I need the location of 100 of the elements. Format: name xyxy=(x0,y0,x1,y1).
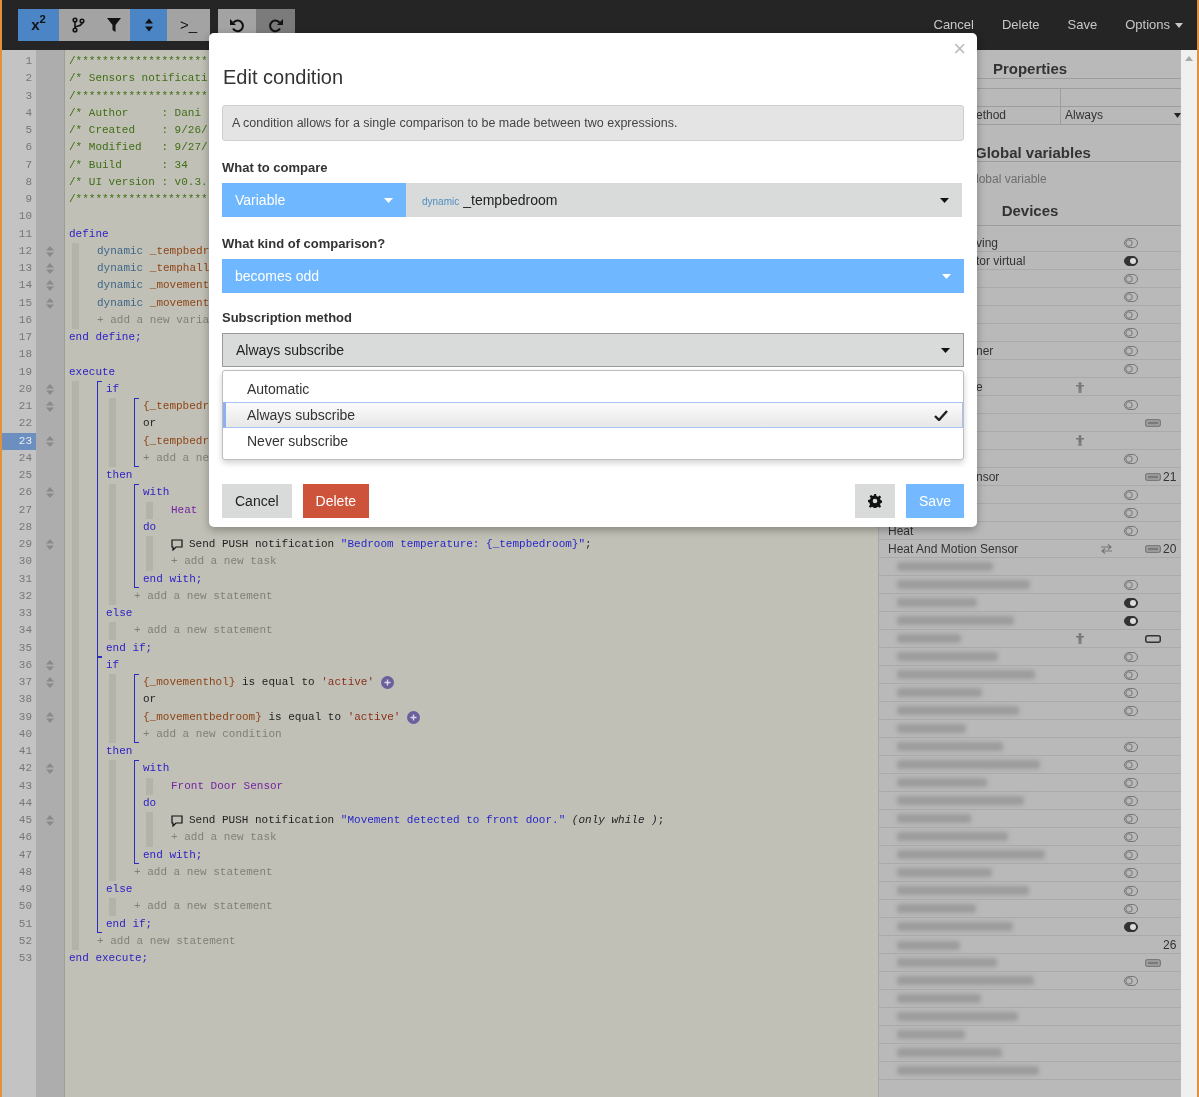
toggle-switch-icon[interactable] xyxy=(1124,291,1138,302)
code-line: + add a new statement xyxy=(134,899,273,915)
dropdown-option[interactable]: Automatic xyxy=(223,376,963,402)
line-number: 46 xyxy=(17,830,33,846)
device-name: tor virtual xyxy=(976,254,1026,268)
info-message: A condition allows for a single comparison to be made between two expressions. xyxy=(222,105,964,141)
toggle-switch-icon[interactable] xyxy=(1124,705,1138,716)
fold-handle-icon[interactable] xyxy=(46,659,54,671)
toggle-switch-icon[interactable] xyxy=(1124,903,1138,914)
toggle-switch-icon[interactable] xyxy=(1124,363,1138,374)
toggle-switch-icon[interactable] xyxy=(1124,975,1138,986)
fold-handle-icon[interactable] xyxy=(46,435,54,447)
subscription-select[interactable]: Always subscribe xyxy=(222,333,964,367)
caret-icon xyxy=(384,197,393,203)
fold-handle-icon[interactable] xyxy=(46,401,54,413)
device-name: ner xyxy=(976,344,994,358)
code-line: /* Sensors notificati xyxy=(69,71,208,87)
nav-link[interactable]: Cancel xyxy=(919,15,988,35)
nav-link[interactable]: Delete xyxy=(987,15,1054,35)
toggle-switch-icon[interactable] xyxy=(1124,453,1138,464)
cancel-button[interactable]: Cancel xyxy=(222,484,292,518)
toggle-switch-icon[interactable] xyxy=(1124,309,1138,320)
field-label: What to compare xyxy=(222,160,329,175)
code-line: {_movementhol} is equal to 'active' xyxy=(143,675,375,690)
fold-handle-icon[interactable] xyxy=(46,245,54,257)
dropdown-option[interactable]: Never subscribe xyxy=(223,428,963,454)
fold-handle-icon[interactable] xyxy=(46,815,54,827)
nav-link[interactable]: Save xyxy=(1053,15,1112,35)
line-number: 41 xyxy=(17,744,33,759)
toggle-switch-icon[interactable] xyxy=(1124,615,1138,626)
scroll-up-icon[interactable] xyxy=(1185,56,1193,61)
filter-button[interactable] xyxy=(98,9,130,41)
toggle-switch-icon[interactable] xyxy=(1124,327,1138,338)
line-number: 28 xyxy=(17,519,33,535)
fold-handle-icon[interactable] xyxy=(46,280,54,292)
line-number: 1 xyxy=(24,54,33,69)
undo-icon xyxy=(229,17,245,33)
toggle-switch-icon[interactable] xyxy=(1124,741,1138,752)
sort-button[interactable] xyxy=(130,9,167,41)
fold-handle-icon[interactable] xyxy=(46,487,54,499)
toggle-switch-icon[interactable] xyxy=(1124,849,1138,860)
filter-icon xyxy=(106,17,122,33)
toggle-switch-icon[interactable] xyxy=(1124,489,1138,500)
code-line: /* Modified : 9/27/ xyxy=(69,140,208,156)
fold-handle-icon[interactable] xyxy=(46,539,54,551)
toggle-switch-icon[interactable] xyxy=(1124,687,1138,698)
line-number: 20 xyxy=(17,381,33,397)
property-value: Always xyxy=(1065,107,1103,124)
dropdown-option[interactable]: Always subscribe xyxy=(223,402,963,428)
code-line: end execute; xyxy=(69,951,149,966)
dropdown-caret-icon[interactable] xyxy=(1174,113,1181,118)
toggle-switch-icon[interactable] xyxy=(1124,507,1138,518)
toggle-switch-icon[interactable] xyxy=(1124,885,1138,896)
toolbar-button[interactable]: >_ xyxy=(167,9,210,41)
device-name: ving xyxy=(976,236,998,250)
toggle-switch-icon[interactable] xyxy=(1124,795,1138,806)
line-number: 15 xyxy=(17,295,33,311)
add-circle-icon[interactable] xyxy=(381,676,395,690)
toggle-switch-icon[interactable] xyxy=(1124,777,1138,788)
toggle-switch-icon[interactable] xyxy=(1124,597,1138,608)
fold-handle-icon[interactable] xyxy=(46,711,54,723)
toggle-switch-icon[interactable] xyxy=(1124,831,1138,842)
options-menu[interactable]: Options xyxy=(1111,15,1197,35)
device-name: e xyxy=(976,380,983,394)
toggle-switch-icon[interactable] xyxy=(1124,238,1138,248)
toggle-switch-icon[interactable] xyxy=(1124,867,1138,878)
code-line: Send PUSH notification "Movement detected to front door." (only while ); xyxy=(189,813,665,828)
fold-handle-icon[interactable] xyxy=(46,263,54,275)
code-line: or xyxy=(143,692,157,708)
fold-handle-icon[interactable] xyxy=(46,763,54,775)
code-line: else xyxy=(106,882,133,897)
caret-icon xyxy=(941,347,950,353)
line-number: 4 xyxy=(24,105,33,121)
toggle-switch-icon[interactable] xyxy=(1124,813,1138,824)
toggle-switch-icon[interactable] xyxy=(1124,921,1138,932)
branch-button[interactable] xyxy=(59,9,98,41)
code-line: or xyxy=(143,416,157,432)
fold-handle-icon[interactable] xyxy=(46,383,54,395)
toggle-switch-icon[interactable] xyxy=(1124,256,1138,266)
toggle-switch-icon[interactable] xyxy=(1124,669,1138,680)
settings-button[interactable] xyxy=(855,484,895,518)
code-line: {_tempbedr xyxy=(143,399,209,414)
code-line: /* Author : Dani xyxy=(69,105,202,121)
line-number: 48 xyxy=(17,864,33,880)
variable-select[interactable]: dynamic _tempbedroom xyxy=(406,183,962,217)
toggle-switch-icon[interactable] xyxy=(1124,651,1138,662)
toggle-switch-icon[interactable] xyxy=(1124,526,1138,536)
toolbar-button[interactable]: x$^{2}$ xyxy=(18,9,59,41)
add-circle-icon[interactable] xyxy=(407,710,421,724)
toggle-switch-icon[interactable] xyxy=(1124,399,1138,410)
toggle-switch-icon[interactable] xyxy=(1124,759,1138,770)
fold-handle-icon[interactable] xyxy=(46,677,54,689)
toggle-switch-icon[interactable] xyxy=(1124,579,1138,590)
fold-handle-icon[interactable] xyxy=(46,297,54,309)
code-line: then xyxy=(106,744,133,759)
line-number: 32 xyxy=(17,588,33,604)
delete-button[interactable]: Delete xyxy=(302,484,370,518)
toggle-switch-icon[interactable] xyxy=(1124,346,1138,356)
toggle-switch-icon[interactable] xyxy=(1124,273,1138,284)
code-line: with xyxy=(143,761,170,777)
